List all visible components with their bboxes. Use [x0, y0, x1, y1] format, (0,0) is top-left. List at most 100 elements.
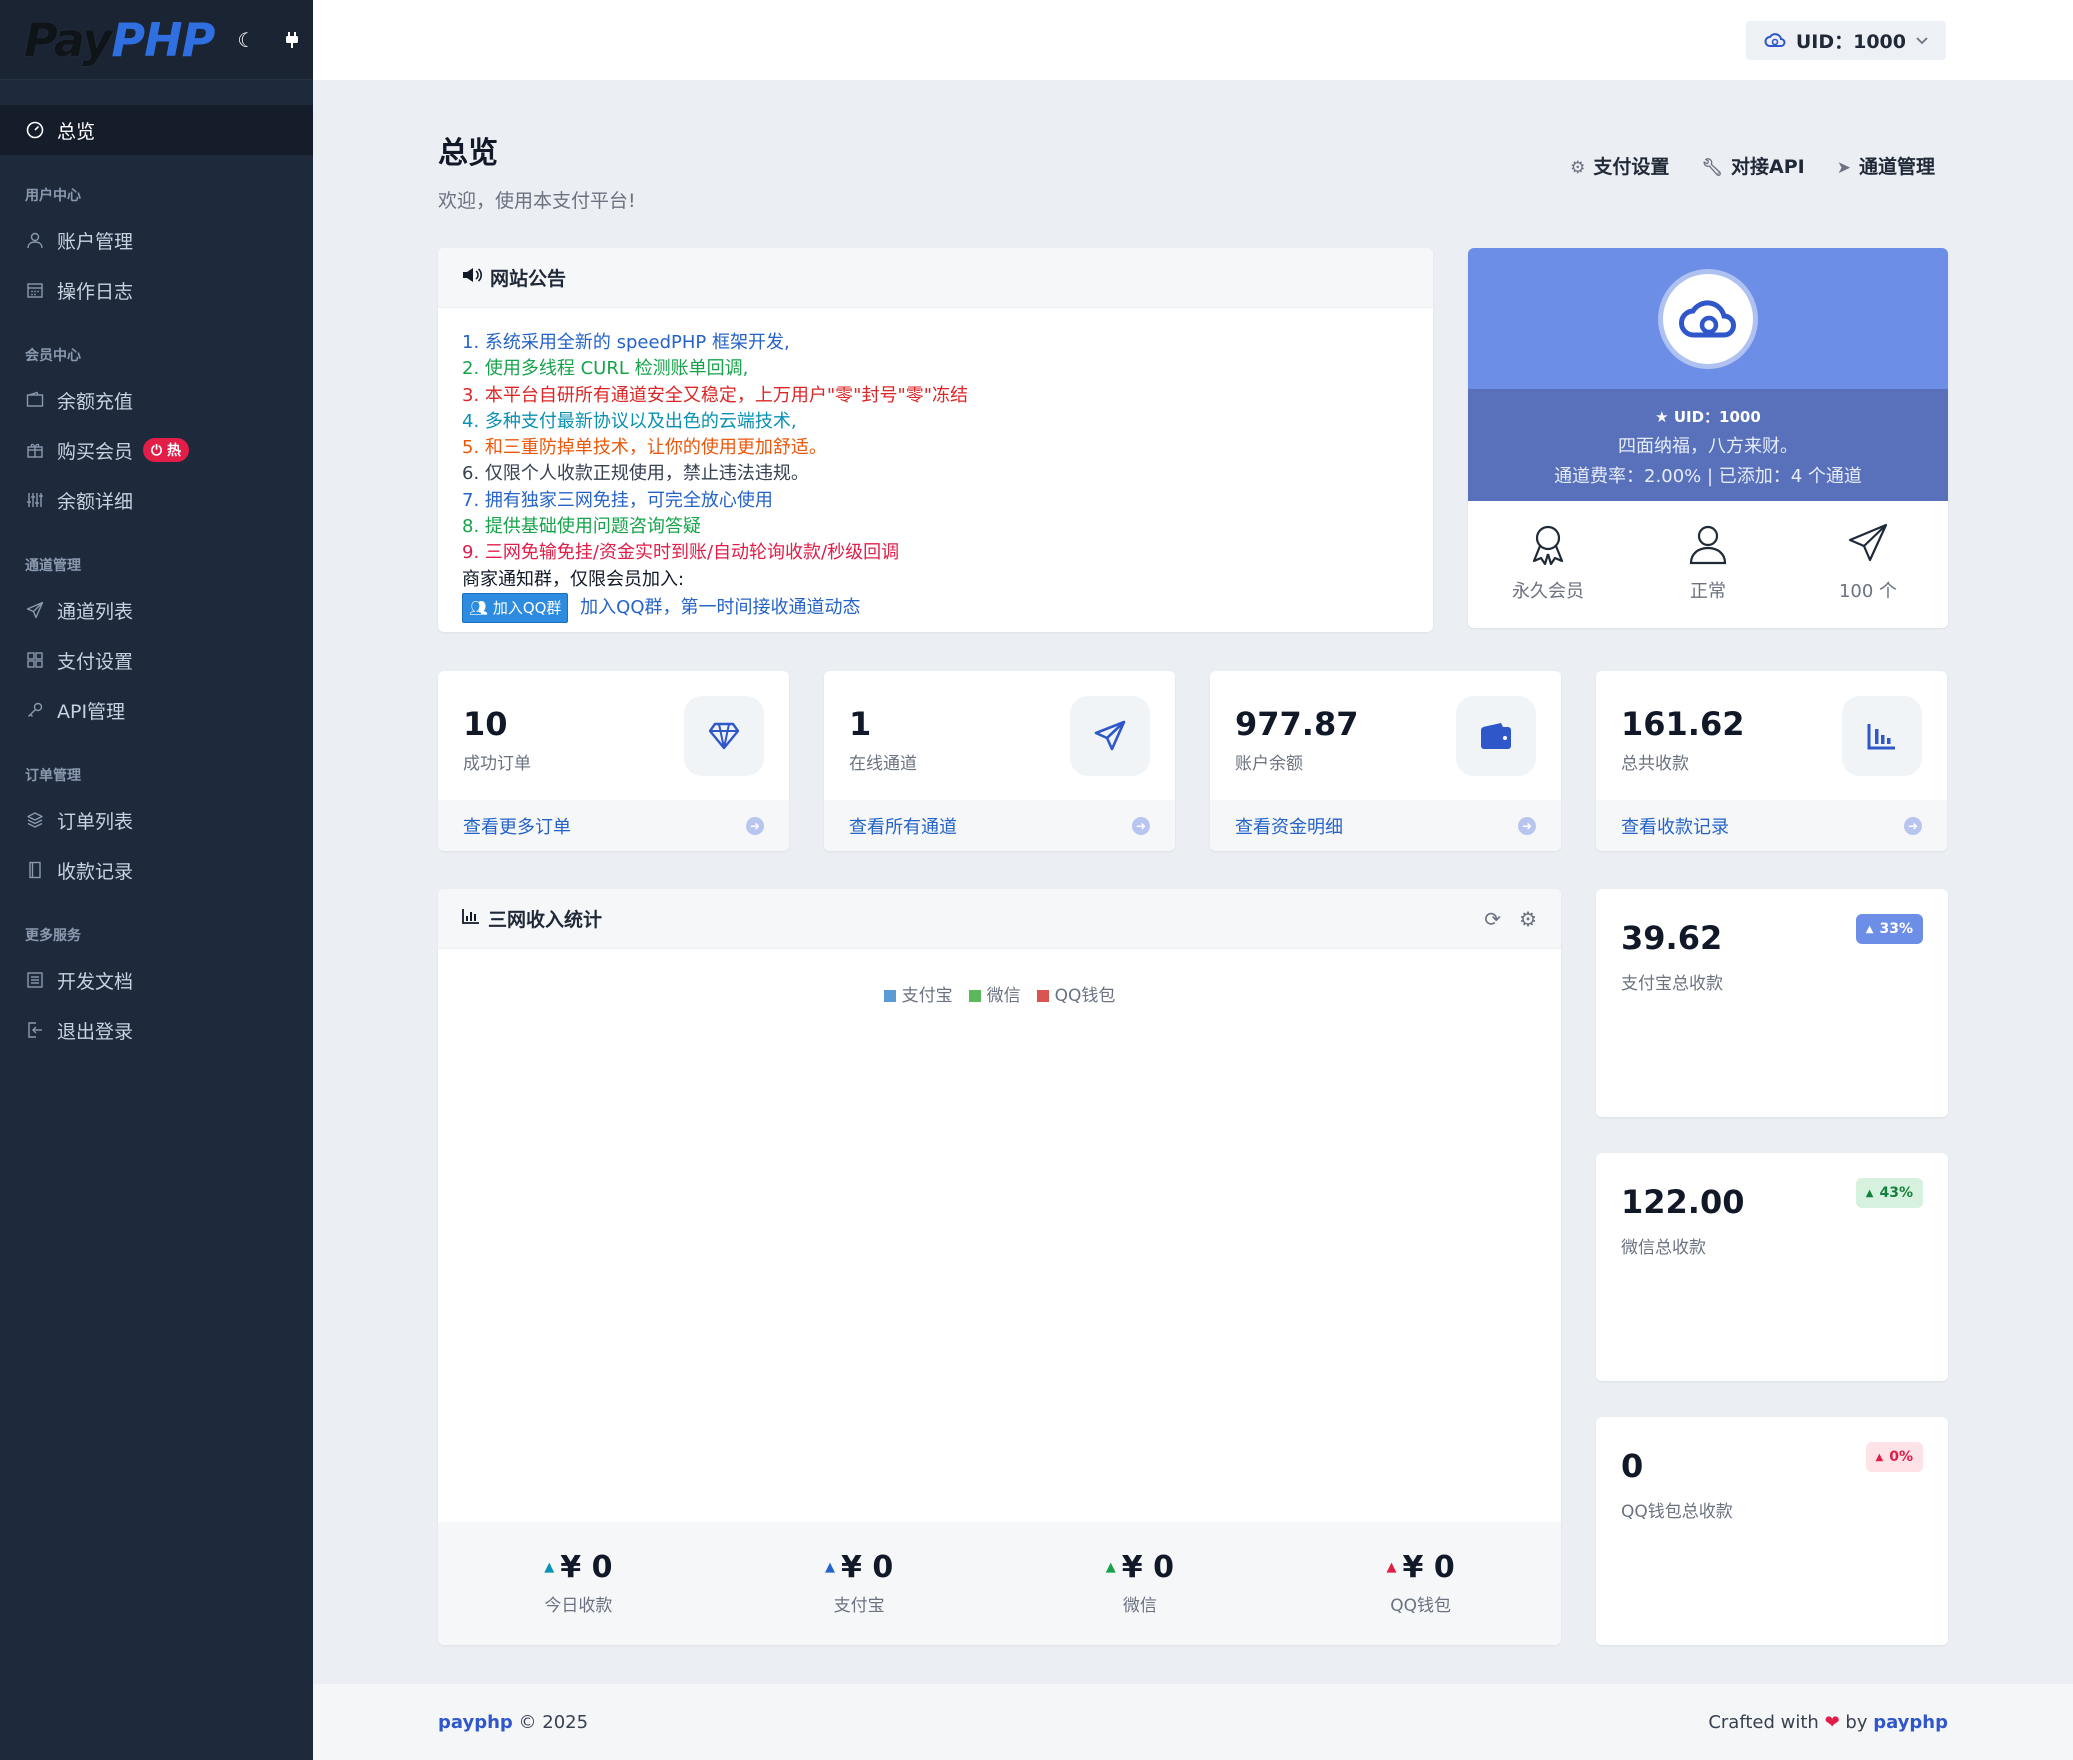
stat-card-total: 161.62 总共收款 查看收款记录 ➜: [1596, 671, 1947, 851]
moon-icon[interactable]: ☾: [228, 22, 264, 58]
notice-line: 1. 系统采用全新的 speedPHP 框架开发,: [462, 332, 790, 353]
total-card-alipay: 39.62 支付宝总收款 ▲ 33%: [1596, 889, 1948, 1117]
page-subtitle: 欢迎，使用本支付平台!: [438, 190, 636, 212]
total-card-wechat: 122.00 微信总收款 ▲ 43%: [1596, 1153, 1948, 1381]
summary-wechat: ▲ ¥ 0 微信: [1105, 1550, 1174, 1616]
sidebar-item-label: 余额详细: [57, 490, 134, 513]
stat-link[interactable]: 查看资金明细 ➜: [1210, 800, 1561, 851]
profile-stats: 永久会员 正常 100 个: [1468, 501, 1948, 628]
notice-line: 3. 本平台自研所有通道安全又稳定，上万用户"零"封号"零"冻结: [462, 384, 969, 406]
summary-today: ▲ ¥ 0 今日收款: [544, 1550, 613, 1616]
notice-line: 5. 和三重防掉单技术，让你的使用更加舒适。: [462, 437, 827, 459]
sidebar-item-api[interactable]: API管理: [0, 685, 313, 735]
logout-icon: [25, 1020, 45, 1040]
chart-header: 三网收入统计: [438, 889, 1561, 949]
sidebar-item-account[interactable]: 账户管理: [0, 215, 313, 265]
legend-item[interactable]: QQ钱包: [1036, 981, 1115, 1006]
legend-item[interactable]: 微信: [968, 981, 1021, 1006]
user-menu-button[interactable]: UID：1000: [1745, 21, 1946, 60]
brand-bar: PayPHP ☾: [0, 0, 313, 80]
sidebar: PayPHP ☾ 总览 用户中心 账户管理 操作日志 会员中心 余额充值 购买会…: [0, 0, 313, 1760]
profile-info: ★ UID：1000 四面纳福，八方来财。 通道费率：2.00% | 已添加：4…: [1468, 389, 1948, 501]
list-icon: [25, 970, 45, 990]
wallet-icon: [25, 390, 45, 410]
chart-legend: 支付宝 微信 QQ钱包: [438, 981, 1561, 1006]
join-qq-button[interactable]: 👥︎ 加入QQ群: [462, 592, 569, 624]
nav-section-order: 订单管理: [25, 768, 81, 784]
stat-label: 成功订单: [463, 754, 531, 774]
diamond-icon: [684, 696, 764, 776]
grid-icon: [25, 650, 45, 670]
sidebar-item-receipts[interactable]: 收款记录: [0, 845, 313, 895]
refresh-icon[interactable]: ⟳: [1484, 907, 1501, 931]
stat-link[interactable]: 查看所有通道 ➜: [824, 800, 1175, 851]
nav-section-user: 用户中心: [25, 188, 81, 204]
profile-stat-status: 正常: [1628, 501, 1788, 628]
footer-copyright: payphp © 2025: [438, 1711, 589, 1733]
sidebar-item-label: 订单列表: [57, 810, 134, 833]
stat-link[interactable]: 查看更多订单 ➜: [438, 800, 789, 851]
notice-body: 1. 系统采用全新的 speedPHP 框架开发, 2. 使用多线程 CURL …: [438, 308, 1433, 645]
arrow-right-icon: ➜: [746, 816, 764, 835]
notice-line: 6. 仅限个人收款正规使用，禁止违法违规。: [462, 463, 809, 485]
link-api[interactable]: 🔧︎ 对接API: [1701, 152, 1804, 179]
megaphone-icon: [462, 267, 483, 288]
caret-up-icon: ▲: [1105, 1560, 1116, 1575]
bar-chart-icon: [1842, 696, 1922, 776]
arrow-right-icon: ➜: [1132, 816, 1150, 835]
chart-title: 三网收入统计: [488, 909, 603, 931]
stat-link[interactable]: 查看收款记录 ➜: [1596, 800, 1947, 851]
sidebar-item-label: 购买会员: [57, 440, 134, 463]
book-icon: [25, 860, 45, 880]
stat-card-balance: 977.87 账户余额 查看资金明细 ➜: [1210, 671, 1561, 851]
plug-icon[interactable]: [274, 22, 310, 58]
percent-badge: ▲ 43%: [1855, 1178, 1923, 1208]
sidebar-item-balance-detail[interactable]: 余额详细: [0, 475, 313, 525]
notice-header: 网站公告: [438, 248, 1433, 308]
nav-section-more: 更多服务: [25, 928, 81, 944]
total-card-qq: 0 QQ钱包总收款 ▲ 0%: [1596, 1417, 1948, 1645]
sidebar-item-docs[interactable]: 开发文档: [0, 955, 313, 1005]
sidebar-item-pay-settings[interactable]: 支付设置: [0, 635, 313, 685]
sidebar-item-channel-list[interactable]: 通道列表: [0, 585, 313, 635]
logo[interactable]: PayPHP: [24, 13, 215, 67]
legend-item[interactable]: 支付宝: [883, 981, 953, 1006]
layers-icon: [25, 810, 45, 830]
sidebar-item-order-list[interactable]: 订单列表: [0, 795, 313, 845]
profile-rate: 通道费率：2.00% | 已添加：4 个通道: [1554, 466, 1862, 487]
dashboard-icon: [25, 120, 45, 140]
footer-brand-link[interactable]: payphp: [438, 1712, 513, 1733]
gear-icon[interactable]: ⚙: [1519, 907, 1537, 931]
stat-label: 总共收款: [1621, 754, 1689, 774]
wrench-icon: 🔧︎: [1701, 158, 1724, 178]
hot-badge: ⏻ 热: [143, 438, 189, 462]
notice-line: 9. 三网免输免挂/资金实时到账/自动轮询收款/秒级回调: [462, 542, 900, 564]
paper-plane-icon: ➤: [1836, 158, 1851, 178]
topbar: UID：1000: [313, 0, 2073, 80]
sidebar-item-recharge[interactable]: 余额充值: [0, 375, 313, 425]
notice-line: 7. 拥有独家三网免挂，可完全放心使用: [462, 489, 773, 511]
stat-value: 977.87: [1235, 705, 1359, 743]
stat-card-orders: 10 成功订单 查看更多订单 ➜: [438, 671, 789, 851]
total-value: 122.00: [1621, 1183, 1745, 1221]
sidebar-item-label: 开发文档: [57, 970, 134, 993]
uid-label: UID：1000: [1795, 31, 1906, 53]
total-label: QQ钱包总收款: [1621, 1502, 1733, 1522]
sidebar-item-logout[interactable]: 退出登录: [0, 1005, 313, 1055]
join-qq-link[interactable]: 加入QQ群，第一时间接收通道动态: [580, 597, 860, 618]
total-label: 微信总收款: [1621, 1238, 1706, 1258]
sidebar-item-log[interactable]: 操作日志: [0, 265, 313, 315]
profile-uid: UID：1000: [1673, 408, 1761, 426]
chevron-down-icon: [1916, 33, 1928, 49]
caret-up-icon: ▲: [825, 1560, 836, 1575]
sidebar-item-buy-member[interactable]: 购买会员 ⏻ 热: [0, 425, 313, 475]
key-icon: [25, 700, 45, 720]
caret-up-icon: ▲: [1875, 1451, 1884, 1463]
sidebar-item-overview[interactable]: 总览: [0, 105, 313, 155]
summary-alipay: ▲ ¥ 0 支付宝: [825, 1550, 894, 1616]
notice-line: 4. 多种支付最新协议以及出色的云端技术,: [462, 410, 797, 432]
footer-author-link[interactable]: payphp: [1873, 1712, 1948, 1733]
cloud-icon: [1764, 29, 1786, 53]
link-channel-manage[interactable]: ➤ 通道管理: [1837, 152, 1935, 179]
link-pay-settings[interactable]: ⚙ 支付设置: [1570, 152, 1669, 179]
